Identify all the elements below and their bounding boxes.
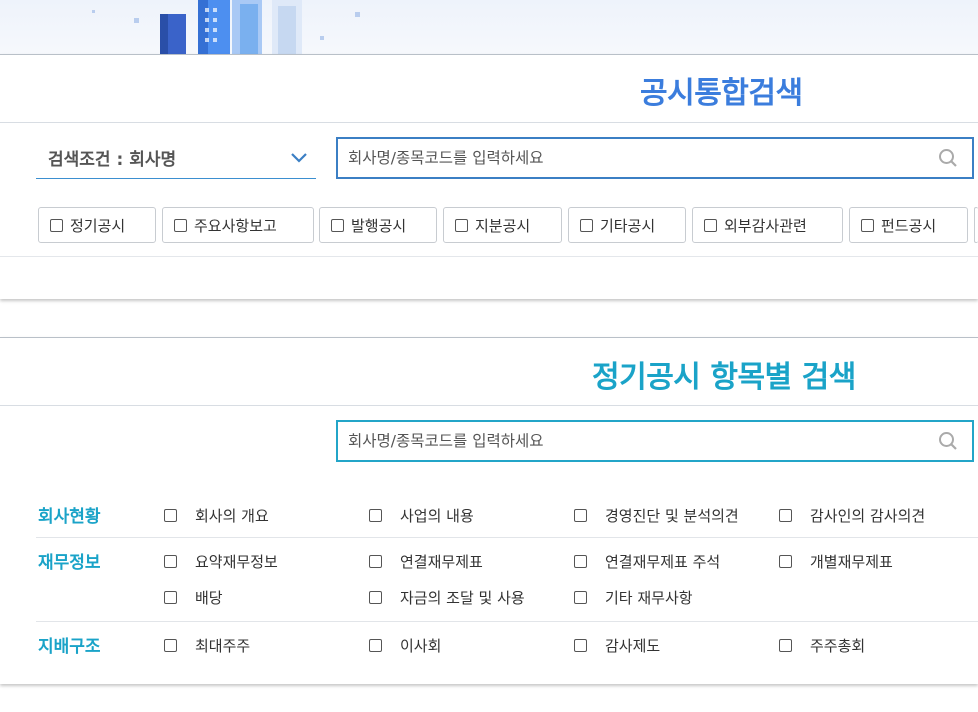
- checkbox-icon[interactable]: [369, 639, 382, 652]
- item-checkbox[interactable]: 연결재무제표 주석: [574, 551, 720, 572]
- item-checkbox[interactable]: 회사의 개요: [164, 505, 269, 526]
- checkbox-icon[interactable]: [580, 218, 593, 232]
- checkbox-icon[interactable]: [369, 591, 382, 604]
- search-condition-label: 검색조건 : 회사명: [48, 150, 177, 170]
- checkbox-icon[interactable]: [574, 555, 587, 568]
- item-checkbox[interactable]: 감사제도: [574, 635, 660, 656]
- top-banner: [0, 0, 978, 54]
- page-title: 공시통합검색: [640, 76, 803, 111]
- item-search-box: [336, 420, 974, 462]
- item-checkbox[interactable]: 주주총회: [779, 635, 865, 656]
- item-checkbox[interactable]: 최대주주: [164, 635, 250, 656]
- checkbox-icon[interactable]: [574, 591, 587, 604]
- checkbox-icon[interactable]: [779, 509, 792, 522]
- filter-issuance-disclosure[interactable]: 발행공시: [319, 207, 437, 243]
- search-icon[interactable]: [938, 431, 958, 455]
- checkbox-icon[interactable]: [574, 639, 587, 652]
- section-label-financial-info: 재무정보: [38, 553, 101, 573]
- checkbox-icon[interactable]: [779, 555, 792, 568]
- search-icon[interactable]: [938, 148, 958, 172]
- section-label-company-status: 회사현황: [38, 507, 101, 527]
- checkbox-icon[interactable]: [779, 639, 792, 652]
- checkbox-icon[interactable]: [369, 555, 382, 568]
- company-search-box: [336, 137, 974, 179]
- item-checkbox[interactable]: 이사회: [369, 635, 441, 656]
- checkbox-icon[interactable]: [369, 509, 382, 522]
- divider: [0, 122, 978, 123]
- filter-other-disclosure[interactable]: 기타공시: [568, 207, 686, 243]
- divider: [0, 405, 978, 406]
- filter-major-report[interactable]: 주요사항보고: [162, 207, 314, 243]
- checkbox-icon[interactable]: [164, 639, 177, 652]
- item-checkbox[interactable]: 사업의 내용: [369, 505, 474, 526]
- search-condition-select[interactable]: 검색조건 : 회사명: [36, 135, 316, 179]
- filter-external-audit[interactable]: 외부감사관련: [692, 207, 843, 243]
- filter-overflow: [974, 207, 978, 243]
- item-checkbox[interactable]: 요약재무정보: [164, 551, 278, 572]
- checkbox-icon[interactable]: [861, 218, 874, 232]
- checkbox-icon[interactable]: [164, 555, 177, 568]
- checkbox-icon[interactable]: [455, 218, 468, 232]
- checkbox-icon[interactable]: [704, 218, 717, 232]
- filter-equity-disclosure[interactable]: 지분공시: [443, 207, 562, 243]
- checkbox-icon[interactable]: [331, 218, 344, 232]
- item-checkbox[interactable]: 개별재무제표: [779, 551, 893, 572]
- item-checkbox[interactable]: 감사인의 감사의견: [779, 505, 925, 526]
- company-search-input[interactable]: [348, 145, 908, 171]
- divider: [36, 537, 978, 538]
- filter-regular-disclosure[interactable]: 정기공시: [38, 207, 156, 243]
- checkbox-icon[interactable]: [50, 218, 63, 232]
- item-checkbox[interactable]: 기타 재무사항: [574, 587, 693, 608]
- item-checkbox[interactable]: 경영진단 및 분석의견: [574, 505, 739, 526]
- checkbox-icon[interactable]: [174, 218, 187, 232]
- checkbox-icon[interactable]: [164, 591, 177, 604]
- checkbox-icon[interactable]: [164, 509, 177, 522]
- item-checkbox[interactable]: 연결재무제표: [369, 551, 483, 572]
- item-search-input[interactable]: [348, 428, 908, 454]
- integrated-search-panel: 공시통합검색 검색조건 : 회사명 정기공시 주요사항보고 발행공시 지분공시 …: [0, 54, 978, 299]
- chevron-down-icon: [290, 149, 308, 168]
- item-search-panel: 정기공시 항목별 검색 회사현황 회사의 개요 사업의 내용 경영진단 및 분석…: [0, 337, 978, 684]
- section-title: 정기공시 항목별 검색: [592, 360, 856, 395]
- item-checkbox[interactable]: 자금의 조달 및 사용: [369, 587, 525, 608]
- city-illustration: [92, 0, 360, 54]
- section-label-governance: 지배구조: [38, 637, 101, 657]
- divider: [0, 256, 978, 257]
- checkbox-icon[interactable]: [574, 509, 587, 522]
- item-checkbox[interactable]: 배당: [164, 587, 223, 608]
- divider: [36, 621, 978, 622]
- filter-fund-disclosure[interactable]: 펀드공시: [849, 207, 968, 243]
